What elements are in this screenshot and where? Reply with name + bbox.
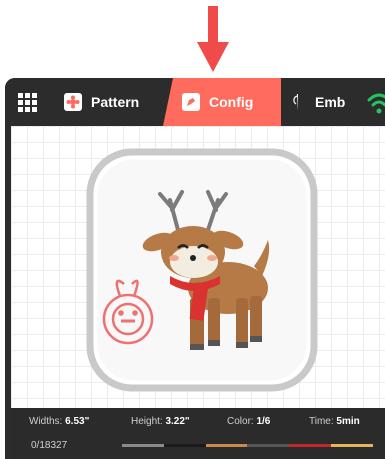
wifi-icon[interactable] [367,88,385,118]
config-icon [182,93,200,111]
app-window: Pattern Config Emb Widths: 6.53" Height:… [5,78,385,459]
time-stat: Time: 5min [309,416,360,427]
stitch-counter: 0/18327 [31,440,68,451]
tab-config[interactable]: Config [163,78,281,126]
tab-emb[interactable]: Emb [281,78,371,126]
thread-color-segment [289,444,332,447]
pattern-icon [64,93,82,111]
thread-color-segment [163,444,206,447]
thread-color-bar [122,444,373,447]
design-canvas[interactable] [11,126,385,408]
width-value: 6.53" [65,416,90,427]
down-arrow-indicator [197,6,229,72]
needle-icon [293,94,298,111]
embroidery-hoop-preview[interactable] [86,148,318,392]
time-value: 5min [336,416,360,427]
height-stat: Height: 3.22" [131,416,190,427]
tab-emb-label: Emb [315,94,346,110]
grid-menu-icon[interactable] [15,90,39,114]
tab-config-label: Config [209,94,254,110]
thread-color-segment [247,444,290,447]
thread-color-segment [331,444,373,447]
top-tab-bar: Pattern Config Emb [5,78,385,126]
color-value: 1/6 [256,416,271,427]
tab-pattern[interactable]: Pattern [63,78,163,126]
height-value: 3.22" [165,416,190,427]
color-stat: Color: 1/6 [227,416,271,427]
tab-pattern-label: Pattern [91,94,140,110]
thread-color-segment [205,444,248,447]
thread-color-segment [122,444,164,447]
status-bar: Widths: 6.53" Height: 3.22" Color: 1/6 T… [11,408,385,459]
width-stat: Widths: 6.53" [29,416,90,427]
